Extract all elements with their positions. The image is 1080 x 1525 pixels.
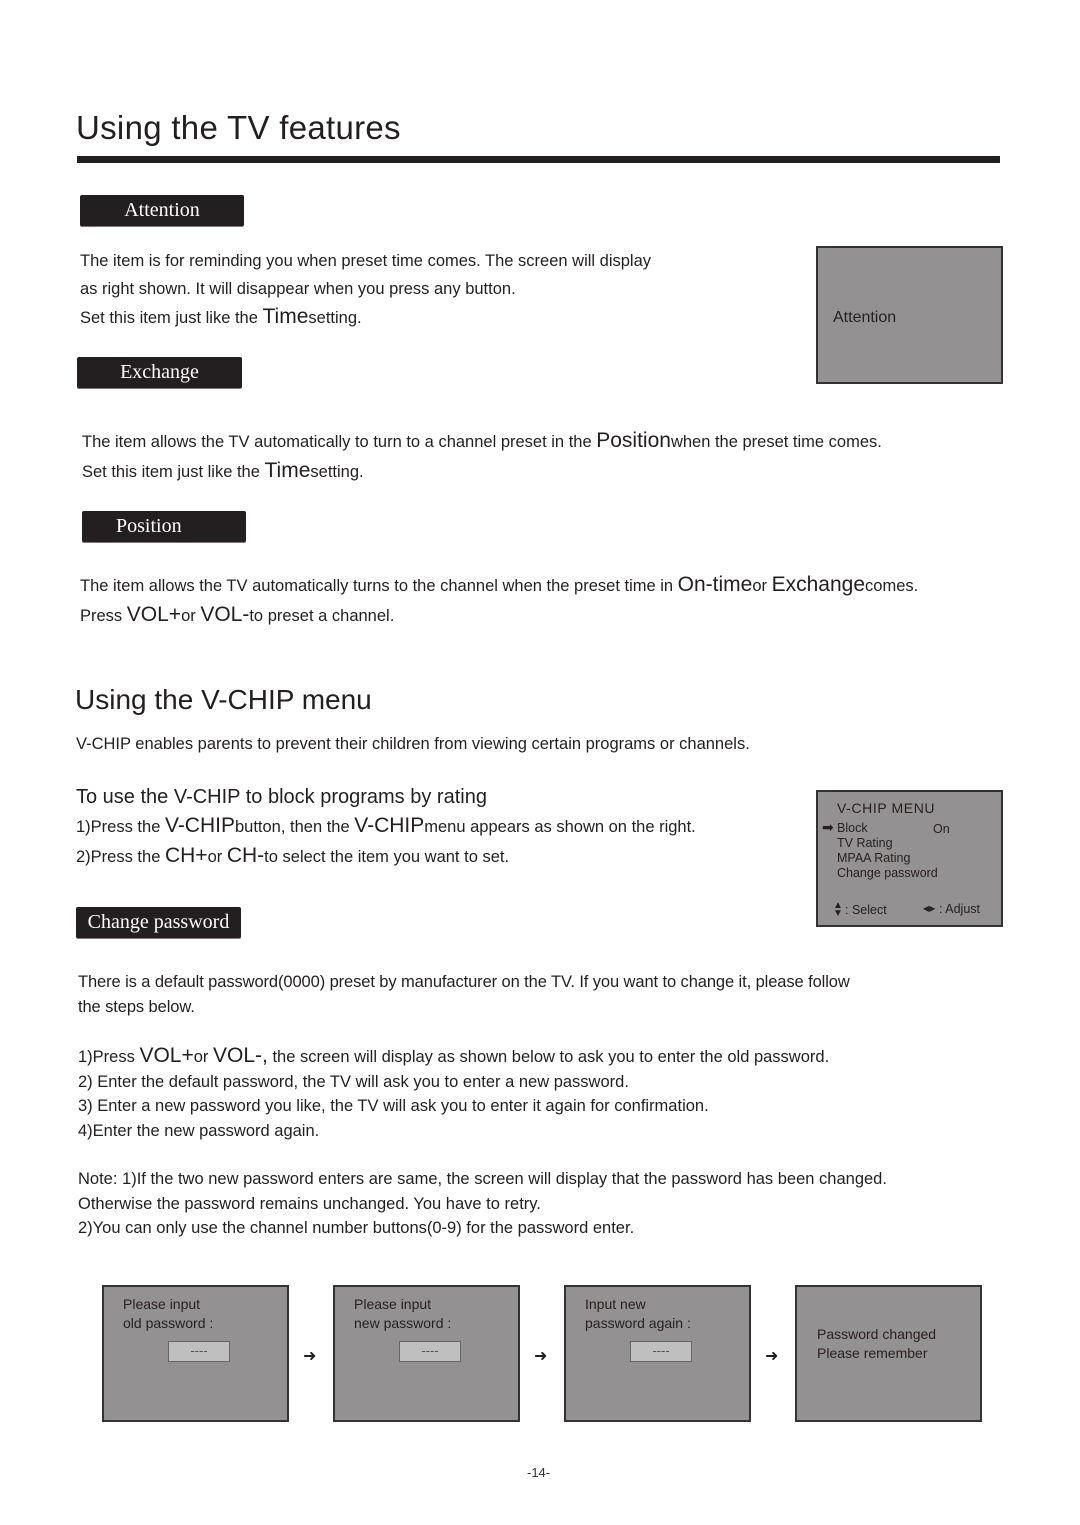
position-tag: Position [82, 511, 246, 542]
note-line-3: 2)You can only use the channel number bu… [78, 1219, 635, 1237]
attention-screen-text: Attention [833, 309, 897, 326]
position-line-1: The item allows the TV automatically tur… [80, 573, 919, 596]
vchip-heading: Using the V-CHIP menu [75, 684, 372, 715]
change-password-step-3: 3) Enter a new password you like, the TV… [78, 1097, 709, 1115]
vchip-steps: 1)Press the V-CHIPbutton, then the V-CHI… [76, 812, 696, 871]
exchange-text: The item allows the TV automatically to … [82, 427, 882, 486]
vchip-menu-title: V-CHIP MENU [837, 800, 936, 816]
arrow-right-icon: ➜ [765, 1348, 779, 1365]
change-password-step-2: 2) Enter the default password, the TV wi… [78, 1072, 629, 1091]
arrow-right-icon: ➜ [303, 1348, 317, 1365]
new-password-screen-line-2: new password : [354, 1315, 452, 1331]
vchip-menu-item-mpaa-rating: MPAA Rating [837, 851, 911, 865]
up-down-arrows-icon: ▲ ▼ [833, 900, 843, 919]
vchip-menu-screen: V-CHIP MENU ➡ Block On TV Rating MPAA Ra… [816, 790, 1003, 927]
vchip-menu-item-block-value: On [933, 822, 950, 836]
adjust-hint: : Adjust [939, 902, 980, 916]
old-password-screen-line-1: Please input [123, 1296, 201, 1312]
change-password-tag: Change password [76, 907, 241, 938]
position-text: The item allows the TV automatically tur… [80, 571, 918, 630]
old-password-screen-line-2: old password : [123, 1315, 214, 1331]
attention-screen: Attention [816, 246, 1003, 384]
left-right-arrows-icon: ◀▶ [923, 904, 936, 913]
vchip-subheading: To use the V-CHIP to block programs by r… [76, 786, 487, 808]
select-hint: : Select [845, 903, 887, 917]
vchip-menu-item-change-password: Change password [837, 866, 938, 880]
vchip-step-2: 2)Press the CH+or CH-to select the item … [76, 843, 510, 867]
arrow-right-icon: ➡ [822, 819, 834, 835]
confirm-password-screen-line-2: password again : [585, 1315, 691, 1331]
password-changed-line-1: Password changed [817, 1326, 937, 1342]
attention-line-2: as right shown. It will disappear when y… [80, 279, 516, 298]
exchange-tag: Exchange [77, 357, 242, 388]
old-password-field: ---- [168, 1341, 230, 1362]
attention-line-1: The item is for reminding you when prese… [80, 252, 652, 270]
password-changed-screen: Password changed Please remember [795, 1285, 982, 1422]
intro-line-1: There is a default password(0000) preset… [78, 973, 850, 991]
change-password-steps: 1)Press VOL+or VOL-, the screen will dis… [78, 1044, 829, 1143]
position-line-2: Press VOL+or VOL-to preset a channel. [80, 602, 395, 626]
change-password-step-4: 4)Enter the new password again. [78, 1121, 320, 1140]
exchange-line-2: Set this item just like the Timesetting. [82, 458, 364, 482]
note-line-1: Note: 1)If the two new password enters a… [78, 1170, 887, 1188]
vchip-menu-item-tv-rating: TV Rating [837, 836, 893, 850]
change-password-intro: There is a default password(0000) preset… [78, 970, 850, 1019]
vchip-step-1: 1)Press the V-CHIPbutton, then the V-CHI… [76, 814, 696, 837]
new-password-screen: Please input new password : ---- [333, 1285, 520, 1422]
intro-line-2: the steps below. [78, 997, 195, 1016]
vchip-menu-item-block: Block [837, 821, 868, 835]
confirm-password-field: ---- [630, 1341, 692, 1362]
page-title: Using the TV features [76, 109, 401, 146]
old-password-screen: Please input old password : ---- [102, 1285, 289, 1422]
change-password-notes: Note: 1)If the two new password enters a… [78, 1167, 887, 1241]
attention-line-3: Set this item just like the Timesetting. [80, 305, 362, 328]
arrow-right-icon: ➜ [534, 1348, 548, 1365]
note-line-2: Otherwise the password remains unchanged… [78, 1194, 541, 1213]
title-rule [77, 156, 1000, 163]
vchip-intro: V-CHIP enables parents to prevent their … [76, 735, 750, 753]
new-password-field: ---- [399, 1341, 461, 1362]
confirm-password-screen-line-1: Input new [585, 1296, 646, 1312]
password-changed-line-2: Please remember [817, 1345, 928, 1361]
confirm-password-screen: Input new password again : ---- [564, 1285, 751, 1422]
page-number: -14- [527, 1465, 551, 1480]
attention-text: The item is for reminding you when prese… [80, 248, 651, 333]
exchange-line-1: The item allows the TV automatically to … [82, 429, 882, 452]
new-password-screen-line-1: Please input [354, 1296, 432, 1312]
change-password-step-1: 1)Press VOL+or VOL-, the screen will dis… [78, 1044, 830, 1067]
attention-tag: Attention [80, 195, 244, 226]
